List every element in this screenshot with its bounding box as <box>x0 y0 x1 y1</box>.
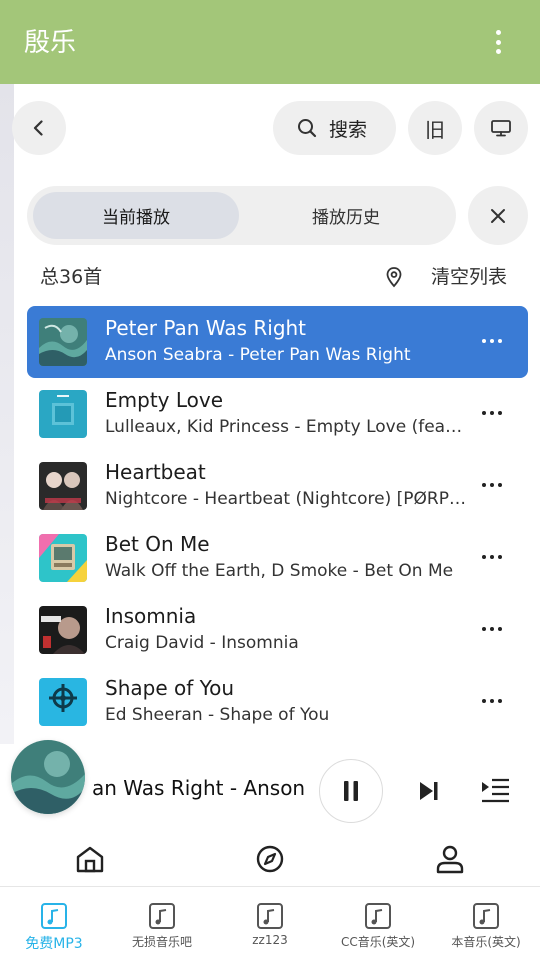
chevron-left-icon <box>33 120 43 136</box>
song-row[interactable]: Shape of You Ed Sheeran - Shape of You <box>27 666 528 738</box>
pause-icon <box>344 781 358 801</box>
app-title: 殷乐 <box>24 28 77 58</box>
now-playing-cover[interactable] <box>11 740 85 814</box>
tab-current-playing[interactable]: 当前播放 <box>33 192 239 239</box>
song-count: 总36首 <box>40 266 103 288</box>
mini-player: an Was Right - Anson Seabra <box>0 740 540 836</box>
song-artist: Walk Off the Earth, D Smoke - Bet On Me <box>105 561 454 581</box>
music-note-icon <box>473 903 499 929</box>
app-bar: 殷乐 <box>0 0 540 84</box>
more-vert-icon[interactable] <box>486 26 510 58</box>
location-pin-icon[interactable] <box>384 266 404 288</box>
music-note-icon <box>257 903 283 929</box>
home-icon[interactable] <box>75 844 105 874</box>
song-row[interactable]: Insomnia Craig David - Insomnia <box>27 594 528 666</box>
search-button[interactable]: 搜索 <box>273 101 396 155</box>
search-label: 搜索 <box>329 118 368 141</box>
song-more-icon[interactable] <box>482 627 502 633</box>
bottom-tab-cc-music[interactable]: CC音乐(英文) <box>324 887 432 960</box>
queue-list-icon[interactable] <box>480 776 510 804</box>
bottom-tab-bar: 免费MP3 无损音乐吧 zz123 CC音乐(英文) 本音乐(英文) <box>0 886 540 960</box>
close-icon <box>491 208 505 223</box>
close-button[interactable] <box>468 186 528 245</box>
bottom-tab-ben-music[interactable]: 本音乐(英文) <box>432 887 540 960</box>
bottom-tab-zz123[interactable]: zz123 <box>216 887 324 960</box>
song-title: Heartbeat <box>105 460 206 484</box>
song-artist: Craig David - Insomnia <box>105 633 299 653</box>
song-more-icon[interactable] <box>482 411 502 417</box>
clear-list-button[interactable]: 清空列表 <box>431 262 507 289</box>
song-row-current[interactable]: Peter Pan Was Right Anson Seabra - Peter… <box>27 306 528 378</box>
song-row[interactable]: Empty Love Lulleaux, Kid Princess - Empt… <box>27 378 528 450</box>
song-title: Bet On Me <box>105 532 210 556</box>
song-row[interactable]: Heartbeat Nightcore - Heartbeat (Nightco… <box>27 450 528 522</box>
song-artist: Anson Seabra - Peter Pan Was Right <box>105 345 411 365</box>
tv-button[interactable] <box>474 101 528 155</box>
song-title: Insomnia <box>105 604 197 628</box>
song-more-icon[interactable] <box>482 483 502 489</box>
album-cover <box>39 678 87 726</box>
tab-play-history[interactable]: 播放历史 <box>242 192 450 239</box>
album-cover <box>39 534 87 582</box>
song-title: Shape of You <box>105 676 235 700</box>
old-label: 旧 <box>425 117 445 142</box>
list-header: 总36首 清空列表 <box>0 258 540 292</box>
song-artist: Ed Sheeran - Shape of You <box>105 705 330 725</box>
search-icon <box>298 119 317 138</box>
tv-icon <box>491 120 511 137</box>
bottom-tab-label: zz123 <box>252 933 288 947</box>
bottom-tab-label: 无损音乐吧 <box>131 935 192 949</box>
song-more-icon[interactable] <box>482 699 502 705</box>
music-note-icon <box>365 903 391 929</box>
skip-next-icon[interactable] <box>414 779 444 803</box>
section-nav <box>0 836 540 886</box>
bottom-tab-free-mp3[interactable]: 免费MP3 <box>0 887 108 960</box>
person-icon[interactable] <box>435 844 465 874</box>
song-row[interactable]: Bet On Me Walk Off the Earth, D Smoke - … <box>27 522 528 594</box>
bottom-tab-label: 本音乐(英文) <box>451 935 521 949</box>
old-version-button[interactable]: 旧 <box>408 101 462 155</box>
album-cover <box>39 606 87 654</box>
pause-button[interactable] <box>319 759 383 823</box>
song-more-icon[interactable] <box>482 339 502 345</box>
album-cover <box>39 462 87 510</box>
song-title: Peter Pan Was Right <box>105 316 307 340</box>
back-button[interactable] <box>12 101 66 155</box>
drawer-edge <box>0 84 14 744</box>
song-more-icon[interactable] <box>482 555 502 561</box>
bottom-tab-label: 免费MP3 <box>25 936 83 952</box>
album-cover <box>39 318 87 366</box>
song-title: Empty Love <box>105 388 224 412</box>
compass-icon[interactable] <box>255 844 285 874</box>
music-note-icon <box>41 903 67 929</box>
music-note-icon <box>149 903 175 929</box>
song-artist: Nightcore - Heartbeat (Nightcore) [PØRP … <box>105 489 467 509</box>
playlist-tabs: 当前播放 播放历史 <box>27 186 456 245</box>
now-playing-text: an Was Right - Anson Seabra <box>92 776 308 800</box>
bottom-tab-lossless[interactable]: 无损音乐吧 <box>108 887 216 960</box>
bottom-tab-label: CC音乐(英文) <box>340 935 416 949</box>
album-cover <box>39 390 87 438</box>
song-artist: Lulleaux, Kid Princess - Empty Love (fea… <box>105 417 467 437</box>
